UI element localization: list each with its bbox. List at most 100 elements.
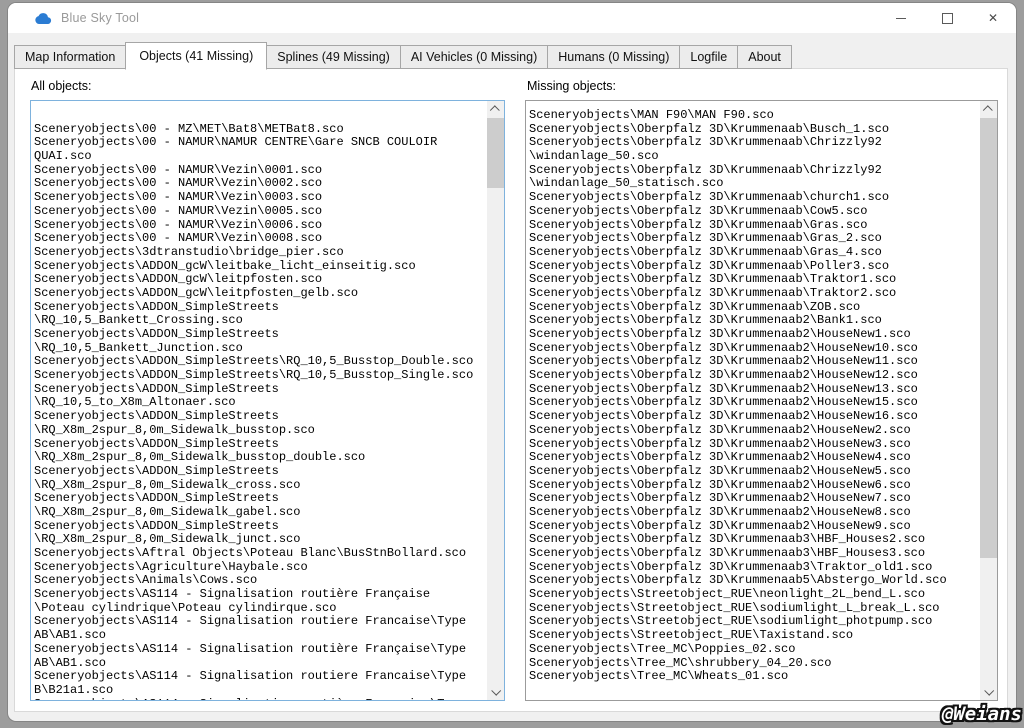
list-item[interactable]: Sceneryobjects\Oberpfalz 3D\Krummenaab\Z… [529, 301, 980, 315]
all-objects-scrollbar[interactable] [487, 101, 504, 700]
list-item[interactable]: Sceneryobjects\ADDON_gcW\leitbake_licht_… [34, 260, 487, 274]
tab-logfile[interactable]: Logfile [679, 45, 738, 69]
list-item[interactable]: Sceneryobjects\Agriculture\Haybale.sco [34, 561, 487, 575]
maximize-button[interactable] [924, 3, 970, 33]
list-item[interactable]: Sceneryobjects\Oberpfalz 3D\Krummenaab\T… [529, 273, 980, 287]
list-item[interactable]: Sceneryobjects\ADDON_gcW\leitpfosten.sco [34, 273, 487, 287]
list-item[interactable]: QUAI.sco [34, 150, 487, 164]
list-item[interactable]: Sceneryobjects\Oberpfalz 3D\Krummenaab\G… [529, 232, 980, 246]
list-item[interactable]: \RQ_10,5_Bankett_Crossing.sco [34, 314, 487, 328]
list-item[interactable]: Sceneryobjects\MAN F90\MAN F90.sco [529, 109, 980, 123]
list-item[interactable]: Sceneryobjects\AS114 - Signalisation rou… [34, 643, 487, 657]
list-item[interactable]: Sceneryobjects\Streetobject_RUE\sodiumli… [529, 602, 980, 616]
list-item[interactable]: Sceneryobjects\Tree_MC\Wheats_01.sco [529, 670, 980, 684]
missing-objects-listbox[interactable]: Sceneryobjects\MAN F90\MAN F90.scoScener… [525, 100, 998, 701]
list-item[interactable]: Sceneryobjects\ADDON_SimpleStreets [34, 301, 487, 315]
list-item[interactable]: Sceneryobjects\ADDON_SimpleStreets [34, 328, 487, 342]
list-item[interactable]: Sceneryobjects\Animals\Cows.sco [34, 574, 487, 588]
list-item[interactable]: Sceneryobjects\AS114 - Signalisation rou… [34, 670, 487, 684]
tab-objects[interactable]: Objects (41 Missing) [125, 42, 267, 70]
list-item[interactable]: Sceneryobjects\Oberpfalz 3D\Krummenaab2\… [529, 342, 980, 356]
list-item[interactable]: Sceneryobjects\Oberpfalz 3D\Krummenaab\C… [529, 205, 980, 219]
missing-objects-scrollbar[interactable] [980, 101, 997, 700]
tab-humans[interactable]: Humans (0 Missing) [547, 45, 680, 69]
list-item[interactable]: Sceneryobjects\Oberpfalz 3D\Krummenaab2\… [529, 438, 980, 452]
scroll-down-button[interactable] [980, 683, 997, 700]
list-item[interactable]: Sceneryobjects\ADDON_SimpleStreets [34, 383, 487, 397]
list-item[interactable]: \RQ_10,5_Bankett_Junction.sco [34, 342, 487, 356]
list-item[interactable]: AB\AB1.sco [34, 629, 487, 643]
list-item[interactable]: Sceneryobjects\Oberpfalz 3D\Krummenaab2\… [529, 396, 980, 410]
list-item[interactable]: \RQ_X8m_2spur_8,0m_Sidewalk_gabel.sco [34, 506, 487, 520]
list-item[interactable]: Sceneryobjects\Oberpfalz 3D\Krummenaab2\… [529, 506, 980, 520]
list-item[interactable]: Sceneryobjects\00 - MZ\MET\Bat8\METBat8.… [34, 123, 487, 137]
list-item[interactable]: Sceneryobjects\ADDON_SimpleStreets\RQ_10… [34, 355, 487, 369]
list-item[interactable]: Sceneryobjects\Oberpfalz 3D\Krummenaab\B… [529, 123, 980, 137]
tab-about[interactable]: About [737, 45, 792, 69]
close-button[interactable]: ✕ [970, 3, 1016, 33]
scrollbar-thumb[interactable] [487, 118, 504, 188]
list-item[interactable]: Sceneryobjects\Oberpfalz 3D\Krummenaab\G… [529, 246, 980, 260]
list-item[interactable]: AB\AB1.sco [34, 657, 487, 671]
list-item[interactable]: Sceneryobjects\Oberpfalz 3D\Krummenaab\G… [529, 219, 980, 233]
list-item[interactable]: \RQ_10,5_to_X8m_Altonaer.sco [34, 396, 487, 410]
list-item[interactable]: Sceneryobjects\Oberpfalz 3D\Krummenaab\C… [529, 136, 980, 150]
list-item[interactable]: Sceneryobjects\AS114 - Signalisation rou… [34, 615, 487, 629]
list-item[interactable]: Sceneryobjects\00 - NAMUR\Vezin\0002.sco [34, 177, 487, 191]
list-item[interactable] [34, 109, 487, 123]
minimize-button[interactable] [878, 3, 924, 33]
list-item[interactable]: B\B21a1.sco [34, 684, 487, 698]
scroll-up-button[interactable] [980, 101, 997, 118]
tab-map-information[interactable]: Map Information [14, 45, 126, 69]
scroll-up-button[interactable] [487, 101, 504, 118]
list-item[interactable]: Sceneryobjects\Streetobject_RUE\sodiumli… [529, 615, 980, 629]
list-item[interactable]: Sceneryobjects\Oberpfalz 3D\Krummenaab2\… [529, 451, 980, 465]
list-item[interactable]: Sceneryobjects\Oberpfalz 3D\Krummenaab\T… [529, 287, 980, 301]
list-item[interactable]: Sceneryobjects\00 - NAMUR\Vezin\0006.sco [34, 219, 487, 233]
list-item[interactable]: Sceneryobjects\Streetobject_RUE\neonligh… [529, 588, 980, 602]
list-item[interactable]: Sceneryobjects\Oberpfalz 3D\Krummenaab2\… [529, 465, 980, 479]
list-item[interactable]: Sceneryobjects\00 - NAMUR\Vezin\0001.sco [34, 164, 487, 178]
list-item[interactable]: Sceneryobjects\00 - NAMUR\Vezin\0003.sco [34, 191, 487, 205]
tab-ai-vehicles[interactable]: AI Vehicles (0 Missing) [400, 45, 548, 69]
list-item[interactable]: Sceneryobjects\Oberpfalz 3D\Krummenaab\P… [529, 260, 980, 274]
list-item[interactable]: Sceneryobjects\Tree_MC\shrubbery_04_20.s… [529, 657, 980, 671]
list-item[interactable]: \Poteau cylindrique\Poteau cylindirque.s… [34, 602, 487, 616]
list-item[interactable]: Sceneryobjects\00 - NAMUR\Vezin\0005.sco [34, 205, 487, 219]
list-item[interactable]: Sceneryobjects\Aftral Objects\Poteau Bla… [34, 547, 487, 561]
list-item[interactable]: Sceneryobjects\ADDON_SimpleStreets [34, 465, 487, 479]
scroll-down-button[interactable] [487, 683, 504, 700]
list-item[interactable]: \RQ_X8m_2spur_8,0m_Sidewalk_busstop_doub… [34, 451, 487, 465]
list-item[interactable]: Sceneryobjects\ADDON_SimpleStreets\RQ_10… [34, 369, 487, 383]
list-item[interactable]: Sceneryobjects\Oberpfalz 3D\Krummenaab2\… [529, 424, 980, 438]
list-item[interactable]: Sceneryobjects\ADDON_SimpleStreets [34, 492, 487, 506]
list-item[interactable]: Sceneryobjects\Oberpfalz 3D\Krummenaab5\… [529, 574, 980, 588]
list-item[interactable]: Sceneryobjects\Oberpfalz 3D\Krummenaab2\… [529, 479, 980, 493]
list-item[interactable]: Sceneryobjects\ADDON_SimpleStreets [34, 520, 487, 534]
list-item[interactable]: Sceneryobjects\Oberpfalz 3D\Krummenaab2\… [529, 520, 980, 534]
list-item[interactable]: Sceneryobjects\Streetobject_RUE\Taxistan… [529, 629, 980, 643]
list-item[interactable]: Sceneryobjects\AS114 - Signalisation rou… [34, 588, 487, 602]
list-item[interactable]: Sceneryobjects\Oberpfalz 3D\Krummenaab\C… [529, 164, 980, 178]
list-item[interactable]: Sceneryobjects\Oberpfalz 3D\Krummenaab2\… [529, 328, 980, 342]
list-item[interactable]: \windanlage_50.sco [529, 150, 980, 164]
list-item[interactable]: Sceneryobjects\Oberpfalz 3D\Krummenaab\c… [529, 191, 980, 205]
list-item[interactable]: Sceneryobjects\Oberpfalz 3D\Krummenaab3\… [529, 547, 980, 561]
list-item[interactable]: \RQ_X8m_2spur_8,0m_Sidewalk_busstop.sco [34, 424, 487, 438]
list-item[interactable]: Sceneryobjects\ADDON_SimpleStreets [34, 410, 487, 424]
list-item[interactable]: Sceneryobjects\Oberpfalz 3D\Krummenaab2\… [529, 383, 980, 397]
list-item[interactable]: Sceneryobjects\Oberpfalz 3D\Krummenaab2\… [529, 492, 980, 506]
list-item[interactable]: \RQ_X8m_2spur_8,0m_Sidewalk_cross.sco [34, 479, 487, 493]
list-item[interactable]: Sceneryobjects\00 - NAMUR\NAMUR CENTRE\G… [34, 136, 487, 150]
list-item[interactable]: Sceneryobjects\Oberpfalz 3D\Krummenaab3\… [529, 561, 980, 575]
list-item[interactable]: Sceneryobjects\Oberpfalz 3D\Krummenaab2\… [529, 355, 980, 369]
tab-splines[interactable]: Splines (49 Missing) [266, 45, 401, 69]
list-item[interactable]: Sceneryobjects\ADDON_gcW\leitpfosten_gel… [34, 287, 487, 301]
list-item[interactable]: \RQ_X8m_2spur_8,0m_Sidewalk_junct.sco [34, 533, 487, 547]
list-item[interactable]: Sceneryobjects\AS114 - Signalisation rou… [34, 698, 487, 700]
list-item[interactable]: Sceneryobjects\ADDON_SimpleStreets [34, 438, 487, 452]
list-item[interactable]: Sceneryobjects\Oberpfalz 3D\Krummenaab2\… [529, 314, 980, 328]
list-item[interactable]: Sceneryobjects\Oberpfalz 3D\Krummenaab3\… [529, 533, 980, 547]
list-item[interactable]: Sceneryobjects\3dtranstudio\bridge_pier.… [34, 246, 487, 260]
scrollbar-thumb[interactable] [980, 118, 997, 558]
